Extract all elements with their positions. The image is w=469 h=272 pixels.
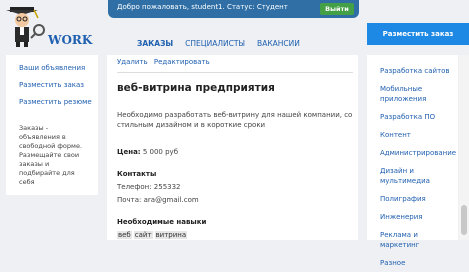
order-description: Необходимо разработать веб-витрину для н… bbox=[117, 111, 353, 129]
category-administration[interactable]: Администрирование bbox=[367, 144, 458, 162]
orders-info-text: Заказы - объявления в свободной форме. Р… bbox=[19, 124, 83, 186]
category-design-multimedia[interactable]: Дизайн и мультимедиа bbox=[367, 162, 458, 190]
left-sidebar: Ваши объявления Разместить заказ Размест… bbox=[6, 55, 98, 195]
welcome-text: Добро пожаловать, student1. Статус: Студ… bbox=[117, 3, 288, 11]
delete-link[interactable]: Удалить bbox=[117, 58, 148, 66]
student-mascot-icon bbox=[6, 7, 45, 47]
page-scrollbar[interactable] bbox=[459, 55, 469, 240]
category-content[interactable]: Контент bbox=[367, 126, 458, 144]
skills-heading: Необходимые навыки bbox=[117, 218, 207, 226]
brand-name: WORK bbox=[48, 33, 93, 47]
category-printing[interactable]: Полиграфия bbox=[367, 190, 458, 208]
sidebar-item-post-order[interactable]: Разместить заказ bbox=[6, 76, 98, 93]
order-title: веб-витрина предприятия bbox=[117, 82, 275, 94]
logout-button[interactable]: Выйти bbox=[320, 3, 354, 15]
contacts-heading: Контакты bbox=[117, 170, 157, 178]
category-engineering[interactable]: Инженерия bbox=[367, 208, 458, 226]
category-web-development[interactable]: Разработка сайтов bbox=[367, 55, 458, 80]
order-actions: Удалить Редактировать bbox=[117, 58, 214, 66]
tab-specialists[interactable]: СПЕЦИАЛИСТЫ bbox=[185, 39, 245, 48]
edit-link[interactable]: Редактировать bbox=[154, 58, 210, 66]
category-software-development[interactable]: Разработка ПО bbox=[367, 108, 458, 126]
sidebar-item-post-resume[interactable]: Разместить резюме bbox=[6, 93, 98, 110]
skills-list: веб сайт витрина bbox=[117, 231, 188, 239]
category-mobile-apps[interactable]: Мобильные приложения bbox=[367, 80, 458, 108]
category-advertising-marketing[interactable]: Реклама и маркетинг bbox=[367, 226, 458, 254]
user-bar: Добро пожаловать, student1. Статус: Студ… bbox=[108, 0, 359, 18]
skill-tag[interactable]: веб bbox=[117, 231, 132, 239]
skill-tag[interactable]: витрина bbox=[154, 231, 188, 239]
category-sidebar: Разработка сайтов Мобильные приложения Р… bbox=[367, 55, 458, 267]
price-label: Цена: bbox=[117, 148, 141, 156]
post-order-button[interactable]: Разместить заказ bbox=[367, 23, 469, 45]
category-misc[interactable]: Разное bbox=[367, 254, 458, 272]
skill-tag[interactable]: сайт bbox=[133, 231, 153, 239]
main-tabs: ЗАКАЗЫ СПЕЦИАЛИСТЫ ВАКАНСИИ bbox=[137, 39, 300, 48]
order-detail: Удалить Редактировать веб-витрина предпр… bbox=[107, 55, 358, 240]
site-logo[interactable]: WORK bbox=[4, 4, 114, 50]
tab-orders[interactable]: ЗАКАЗЫ bbox=[137, 39, 173, 48]
divider bbox=[117, 72, 353, 73]
price-value: 5 000 руб bbox=[142, 148, 179, 156]
tab-vacancies[interactable]: ВАКАНСИИ bbox=[257, 39, 300, 48]
scrollbar-thumb[interactable] bbox=[461, 205, 467, 235]
contact-phone: Телефон: 255332 bbox=[117, 183, 181, 191]
order-price: Цена: 5 000 руб bbox=[117, 148, 178, 156]
contact-email: Почта: ara@gmail.com bbox=[117, 196, 199, 204]
left-nav: Ваши объявления Разместить заказ Размест… bbox=[6, 55, 98, 110]
sidebar-item-my-ads[interactable]: Ваши объявления bbox=[6, 55, 98, 76]
